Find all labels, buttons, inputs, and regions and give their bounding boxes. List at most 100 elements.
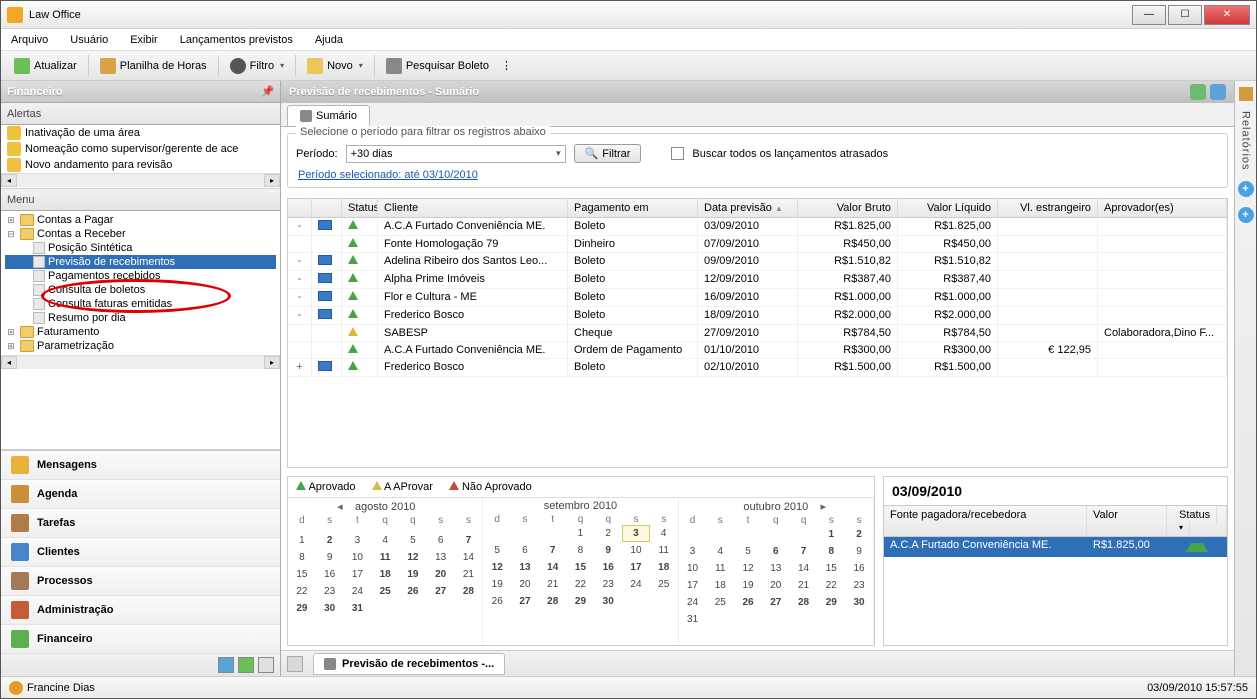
cal-day[interactable]: 9 [845,543,873,560]
col-valor[interactable]: Valor [1087,506,1167,536]
right-sidebar[interactable]: Relatórios + + [1234,81,1256,676]
period-selected-link[interactable]: Período selecionado: até 03/10/2010 [298,169,478,181]
cal-day[interactable]: 1 [567,525,595,542]
cal-day[interactable]: 3 [679,543,707,560]
cal-day[interactable]: 5 [483,542,511,559]
col-data[interactable]: Data previsão ▲ [698,199,798,217]
table-row[interactable]: -Alpha Prime ImóveisBoleto12/09/2010R$38… [288,271,1227,289]
add-report-button[interactable]: + [1238,207,1254,223]
nav-tarefas[interactable]: Tarefas [1,509,280,538]
tab-icon[interactable] [287,656,303,672]
cal-day[interactable]: 24 [344,583,372,600]
cal-day[interactable]: 13 [427,549,455,566]
cal-day[interactable]: 9 [594,542,622,559]
excel-icon[interactable] [238,657,254,673]
cal-day[interactable]: 7 [790,543,818,560]
cal-day[interactable]: 1 [817,526,845,543]
cal-day[interactable] [511,525,539,542]
filtrar-button[interactable]: 🔍Filtrar [574,144,642,163]
cal-day[interactable]: 5 [399,532,427,549]
cal-day[interactable]: 15 [288,566,316,583]
col-fonte[interactable]: Fonte pagadora/recebedora [884,506,1087,536]
cal-day[interactable]: 2 [845,526,873,543]
table-row[interactable]: A.C.A Furtado Conveniência ME.Ordem de P… [288,342,1227,359]
cal-day[interactable]: 6 [511,542,539,559]
cal-day[interactable] [790,526,818,543]
cal-day[interactable] [706,611,734,628]
tree-consulta-faturas[interactable]: Consulta faturas emitidas [5,297,276,311]
col-vl-estrangeiro[interactable]: Vl. estrangeiro [998,199,1098,217]
nav-financeiro[interactable]: Financeiro [1,625,280,654]
alert-item[interactable]: Inativação de uma área [1,125,280,141]
search-boleto-button[interactable]: Pesquisar Boleto [379,54,496,78]
cal-day[interactable] [734,611,762,628]
cal-day[interactable]: 30 [316,600,344,617]
cal-day[interactable]: 4 [706,543,734,560]
cal-day[interactable]: 22 [567,576,595,593]
cal-day[interactable]: 23 [316,583,344,600]
cal-day[interactable]: 29 [288,600,316,617]
cal-day[interactable]: 22 [817,577,845,594]
tree-contas-receber[interactable]: ⊟Contas a Receber [5,227,276,241]
table-row[interactable]: Fonte Homologação 79Dinheiro07/09/2010R$… [288,236,1227,253]
cal-day[interactable]: 2 [316,532,344,549]
cal-day[interactable]: 17 [679,577,707,594]
table-row[interactable]: -A.C.A Furtado Conveniência ME.Boleto03/… [288,218,1227,236]
cal-day[interactable]: 26 [734,594,762,611]
scroll-right[interactable]: ▸ [264,174,280,187]
menu-usuario[interactable]: Usuário [66,32,112,48]
cal-day[interactable]: 27 [762,594,790,611]
tree-resumo-dia[interactable]: Resumo por dia [5,311,276,325]
cal-day[interactable]: 15 [817,560,845,577]
bottom-tab[interactable]: Previsão de recebimentos -... [313,653,505,675]
nav-mensagens[interactable]: Mensagens [1,451,280,480]
buscar-atrasados-checkbox[interactable] [671,147,684,160]
cal-day[interactable] [706,526,734,543]
cal-day[interactable] [483,525,511,542]
cal-day[interactable]: 10 [679,560,707,577]
cal-day[interactable]: 18 [650,559,678,576]
cal-day[interactable]: 21 [455,566,483,583]
cal-day[interactable]: 16 [316,566,344,583]
cal-day[interactable]: 20 [762,577,790,594]
cal-day[interactable]: 24 [679,594,707,611]
scroll-right[interactable]: ▸ [264,356,280,369]
cal-day[interactable]: 9 [316,549,344,566]
grid-icon[interactable] [218,657,234,673]
tree-previsao-recebimentos[interactable]: Previsão de recebimentos [5,255,276,269]
cal-day[interactable]: 29 [817,594,845,611]
cal-day[interactable]: 11 [371,549,399,566]
cal-day[interactable]: 21 [790,577,818,594]
tree-parametrizacao[interactable]: ⊞Parametrização [5,339,276,353]
close-button[interactable]: ✕ [1204,5,1250,25]
cal-day[interactable]: 4 [371,532,399,549]
cal-day[interactable]: 12 [734,560,762,577]
scroll-left[interactable]: ◂ [1,174,17,187]
timesheet-button[interactable]: Planilha de Horas [93,54,214,78]
nav-administracao[interactable]: Administração [1,596,280,625]
cal-day[interactable]: 19 [399,566,427,583]
table-row[interactable]: +Frederico BoscoBoleto02/10/2010R$1.500,… [288,359,1227,377]
cal-day[interactable]: 25 [650,576,678,593]
cal-day[interactable]: 14 [790,560,818,577]
cal-day[interactable]: 25 [371,583,399,600]
cal-day[interactable]: 28 [455,583,483,600]
action-icon[interactable] [1190,84,1206,100]
cal-day[interactable]: 16 [594,559,622,576]
cal-day[interactable]: 7 [539,542,567,559]
cal-day[interactable]: 25 [706,594,734,611]
tree-pagamentos-recebidos[interactable]: Pagamentos recebidos [5,269,276,283]
cal-day[interactable]: 20 [511,576,539,593]
menu-ajuda[interactable]: Ajuda [311,32,347,48]
alert-item[interactable]: Nomeação como supervisor/gerente de ace [1,141,280,157]
refresh-button[interactable]: Atualizar [7,54,84,78]
cal-day[interactable] [539,525,567,542]
cal-day[interactable]: 14 [539,559,567,576]
cal-day[interactable]: 15 [567,559,595,576]
cal-day[interactable] [817,611,845,628]
tab-sumario[interactable]: Sumário [287,105,370,126]
cal-day[interactable]: 13 [511,559,539,576]
table-row[interactable]: -Frederico BoscoBoleto18/09/2010R$2.000,… [288,307,1227,325]
cal-day[interactable] [455,600,483,617]
cal-day[interactable]: 8 [817,543,845,560]
